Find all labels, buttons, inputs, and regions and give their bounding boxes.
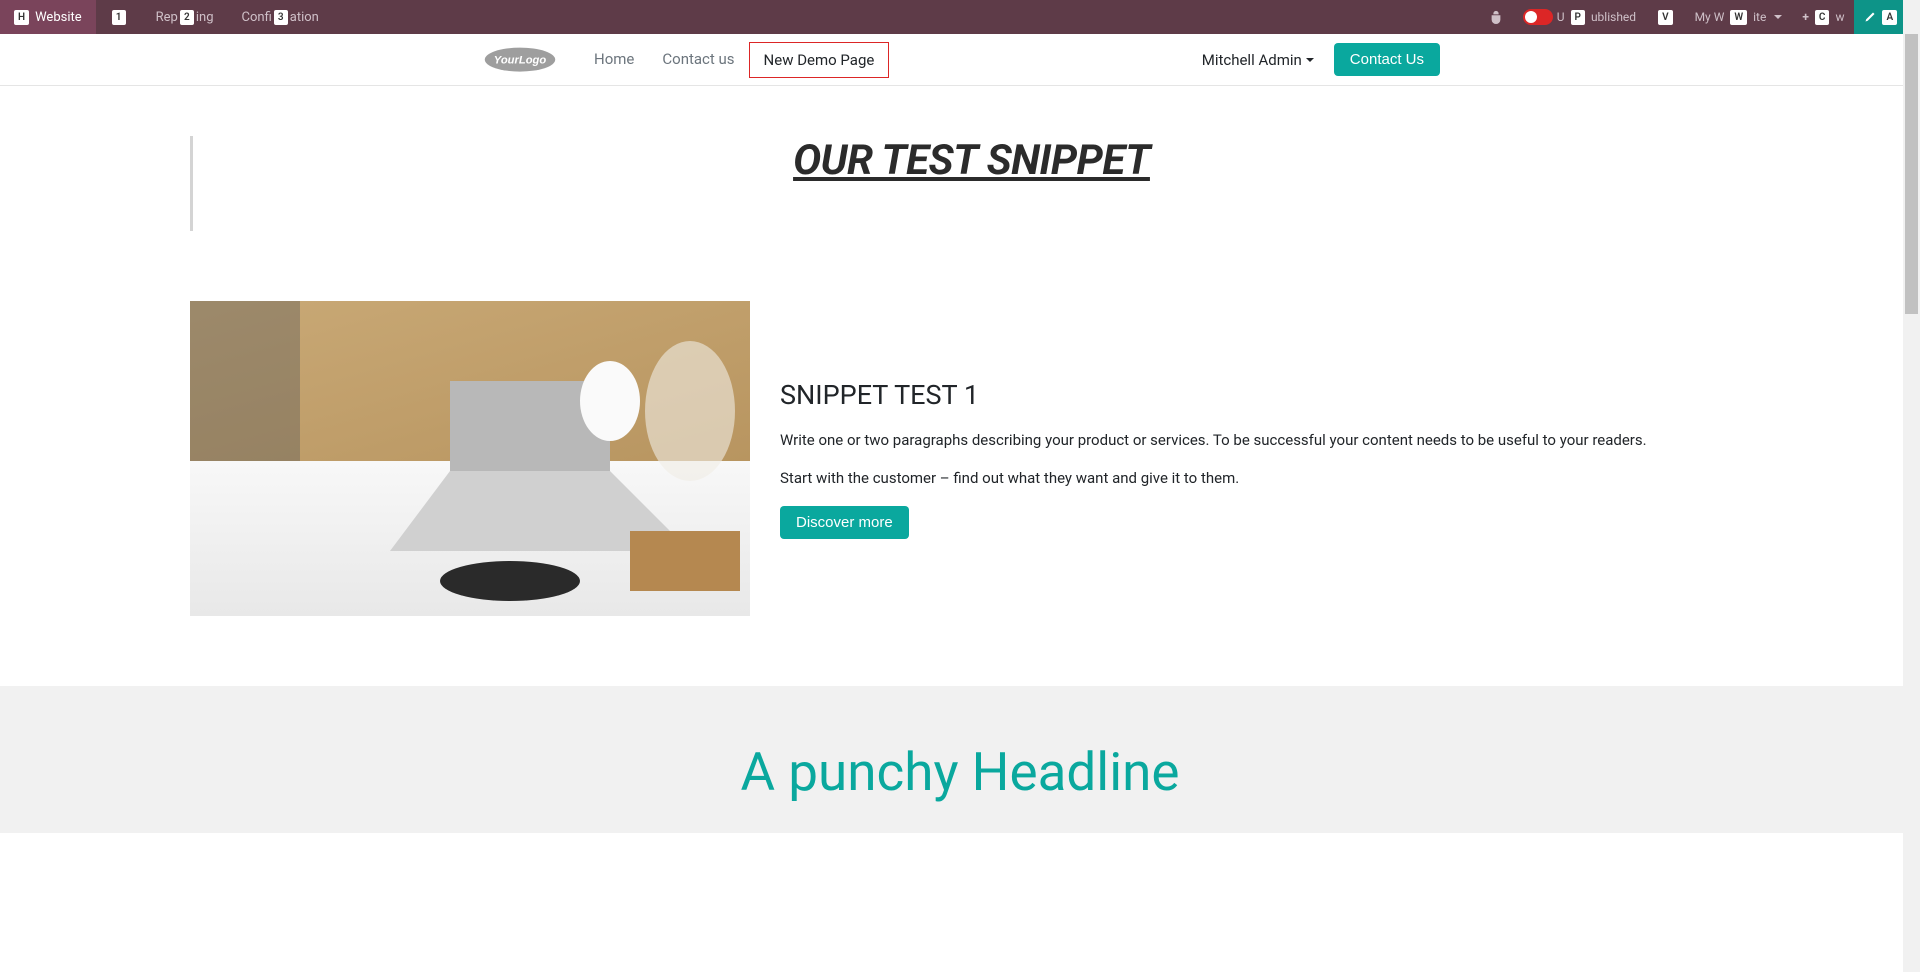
admin-tab-reporting[interactable]: Rep2ing [142, 0, 228, 34]
user-name: Mitchell Admin [1202, 51, 1302, 69]
snippet-row: SNIPPET TEST 1 Write one or two paragrap… [0, 271, 1920, 686]
admin-tab-label-suffix: ation [290, 10, 319, 25]
key-badge: 2 [180, 10, 194, 25]
toggle-off-icon [1523, 9, 1553, 25]
admin-tab-website[interactable]: H Website [0, 0, 96, 34]
key-badge: P [1571, 10, 1585, 25]
snippet-title: OUR TEST SNIPPET [213, 136, 1730, 185]
nav-links: Home Contact us New Demo Page [580, 42, 889, 78]
logo[interactable]: YourLogo [480, 46, 560, 74]
unpublished-label-suffix: ublished [1591, 10, 1636, 24]
contact-us-button[interactable]: Contact Us [1334, 43, 1440, 76]
quote-block: OUR TEST SNIPPET [190, 136, 1730, 231]
scrollbar[interactable] [1903, 0, 1920, 972]
new-label-suffix: w [1835, 10, 1844, 24]
site-header-inner: YourLogo Home Contact us New Demo Page M… [290, 42, 1630, 78]
key-badge: 3 [274, 10, 288, 25]
bug-button[interactable] [1479, 0, 1513, 34]
nav-contact[interactable]: Contact us [648, 42, 748, 78]
website-label-prefix: My W [1695, 10, 1725, 24]
admin-bar: H Website 1 Rep2ing Confi3ation UPublish… [0, 0, 1920, 34]
snippet-title-section: OUR TEST SNIPPET [0, 86, 1920, 271]
discover-more-button[interactable]: Discover more [780, 506, 909, 539]
svg-text:YourLogo: YourLogo [494, 54, 547, 66]
chevron-down-icon [1774, 15, 1782, 19]
nav-home[interactable]: Home [580, 42, 648, 78]
scrollbar-thumb[interactable] [1905, 34, 1918, 314]
unpublished-label-prefix: U [1557, 10, 1565, 24]
snippet-heading: SNIPPET TEST 1 [780, 379, 1730, 411]
bug-icon [1489, 10, 1503, 24]
key-badge: C [1815, 10, 1830, 25]
admin-bar-right: UPublished V My WWite Cw Ait [1479, 0, 1920, 34]
website-label-suffix: ite [1753, 10, 1766, 24]
nav-new-demo-page[interactable]: New Demo Page [749, 42, 890, 78]
headline-title: A punchy Headline [0, 741, 1920, 803]
website-selector[interactable]: My W Wite [1685, 0, 1793, 34]
snippet-text: SNIPPET TEST 1 Write one or two paragrap… [780, 379, 1730, 539]
key-badge: V [1658, 10, 1673, 25]
pencil-icon [1864, 11, 1876, 23]
key-badge: H [14, 10, 29, 25]
main-content: OUR TEST SNIPPET [0, 86, 1920, 833]
key-badge: W [1730, 10, 1747, 25]
publish-toggle-item[interactable]: UPublished [1513, 0, 1646, 34]
plus-icon [1802, 10, 1809, 24]
admin-bar-left: H Website 1 Rep2ing Confi3ation [0, 0, 333, 34]
headline-section: A punchy Headline [0, 686, 1920, 833]
header-right: Mitchell Admin Contact Us [1202, 43, 1440, 76]
visitor-key-item[interactable]: V [1646, 0, 1685, 34]
snippet-p1: Write one or two paragraphs describing y… [780, 429, 1730, 452]
snippet-image [190, 301, 750, 616]
user-menu[interactable]: Mitchell Admin [1202, 51, 1314, 69]
key-badge: A [1882, 10, 1897, 25]
key-badge: 1 [112, 10, 126, 25]
chevron-down-icon [1306, 58, 1314, 62]
snippet-p2: Start with the customer – find out what … [780, 467, 1730, 490]
new-button[interactable]: Cw [1792, 0, 1854, 34]
admin-tab-label-suffix: ing [196, 10, 214, 25]
admin-tab-label: Website [35, 10, 82, 25]
admin-tab-configuration[interactable]: Confi3ation [228, 0, 333, 34]
admin-tab-label-prefix: Rep [156, 10, 178, 25]
site-header: YourLogo Home Contact us New Demo Page M… [0, 34, 1920, 86]
admin-tab-pages[interactable]: 1 [96, 0, 142, 34]
admin-tab-label-prefix: Confi [242, 10, 272, 25]
